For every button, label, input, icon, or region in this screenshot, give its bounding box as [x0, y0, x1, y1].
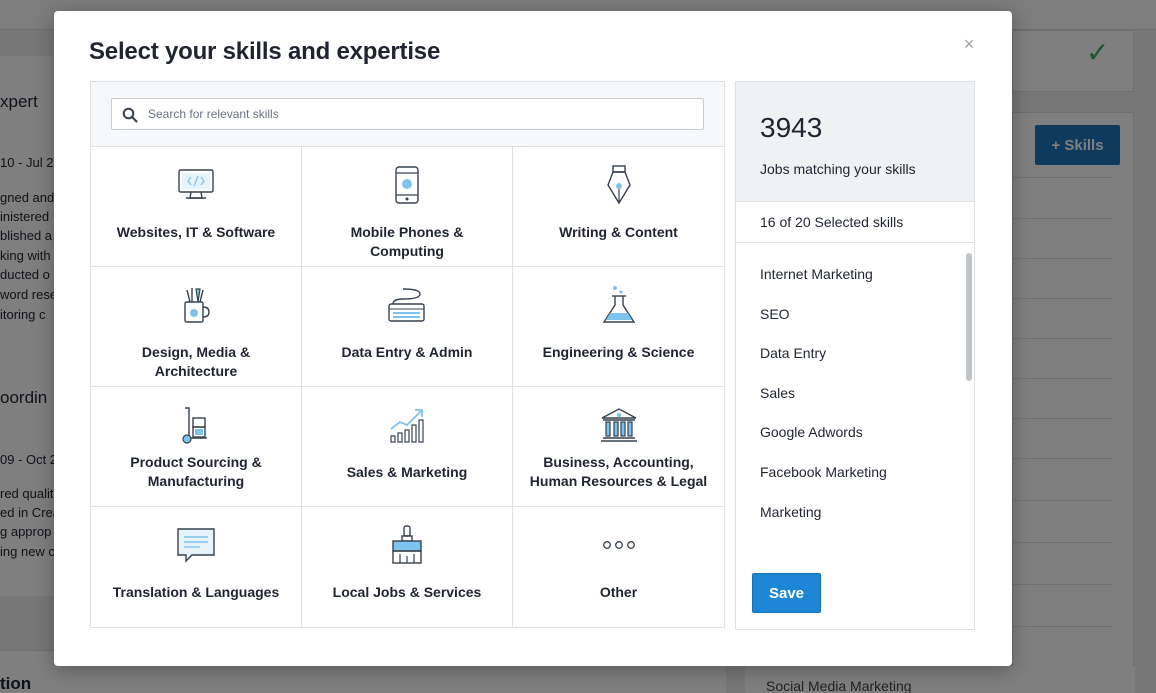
monitor-code-icon [178, 169, 214, 199]
skills-modal: Select your skills and expertise × Searc… [54, 11, 1012, 666]
speech-bubble-icon [177, 528, 215, 563]
flask-icon [602, 286, 635, 323]
selected-skill-item[interactable]: Data Entry [760, 345, 826, 361]
modal-title: Select your skills and expertise [89, 38, 441, 65]
search-box [111, 98, 704, 130]
category-label: Translation & Languages [112, 584, 280, 600]
mobile-phone-icon [395, 166, 419, 204]
category-label: Local Jobs & Services [332, 584, 482, 600]
category-label: Design, Media & Architecture [141, 344, 251, 379]
ellipsis-icon [602, 541, 635, 549]
jobs-stat-box: 3943 Jobs matching your skills [736, 82, 974, 202]
hand-truck-icon [182, 407, 207, 444]
jobs-label: Jobs matching your skills [760, 161, 916, 177]
selected-skill-item[interactable]: Internet Marketing [760, 266, 873, 282]
category-data-entry-admin[interactable]: Data Entry & Admin [302, 267, 513, 387]
category-label: Data Entry & Admin [341, 344, 473, 360]
search-icon [122, 107, 138, 123]
paint-brush-icon [392, 525, 422, 564]
jobs-count: 3943 [760, 112, 823, 143]
close-icon[interactable]: × [960, 35, 978, 53]
growth-chart-icon [390, 409, 424, 443]
category-product-sourcing-manufacturing[interactable]: Product Sourcing & Manufacturing [91, 387, 302, 507]
category-label: Sales & Marketing [346, 464, 468, 480]
category-label: Other [599, 584, 638, 600]
bank-building-icon [600, 408, 637, 442]
selected-skill-item[interactable]: Facebook Marketing [760, 464, 887, 480]
category-panel: Websites, IT & Software Mobile Phones & … [90, 81, 725, 628]
category-engineering-science[interactable]: Engineering & Science [513, 267, 724, 387]
category-sales-marketing[interactable]: Sales & Marketing [302, 387, 513, 507]
category-mobile-phones-computing[interactable]: Mobile Phones & Computing [302, 147, 513, 267]
category-grid: Websites, IT & Software Mobile Phones & … [91, 147, 724, 627]
selected-skills-panel: 3943 Jobs matching your skills 16 of 20 … [735, 81, 975, 630]
skills-scrollbar[interactable] [966, 253, 972, 381]
save-button[interactable]: Save [752, 573, 821, 613]
selected-skill-item[interactable]: Google Adwords [760, 424, 863, 440]
selected-skill-item[interactable]: SEO [760, 306, 790, 322]
pencil-cup-icon [184, 288, 210, 323]
category-design-media-architecture[interactable]: Design, Media & Architecture [91, 267, 302, 387]
selected-skill-item[interactable]: Marketing [760, 504, 821, 520]
category-label: Business, Accounting, Human Resources & … [529, 454, 708, 489]
category-label: Mobile Phones & Computing [350, 224, 464, 259]
selected-skill-item[interactable]: Sales [760, 385, 795, 401]
category-local-jobs-services[interactable]: Local Jobs & Services [302, 507, 513, 627]
category-other[interactable]: Other [513, 507, 724, 627]
category-label: Product Sourcing & Manufacturing [130, 454, 262, 489]
category-writing-content[interactable]: Writing & Content [513, 147, 724, 267]
category-label: Websites, IT & Software [116, 224, 276, 240]
search-bar [91, 82, 724, 147]
category-websites-it-software[interactable]: Websites, IT & Software [91, 147, 302, 267]
selected-skills-list: Internet Marketing SEO Data Entry Sales … [736, 244, 974, 534]
selected-count: 16 of 20 Selected skills [736, 202, 974, 243]
search-input[interactable] [148, 99, 693, 129]
pen-nib-icon [606, 165, 631, 205]
category-translation-languages[interactable]: Translation & Languages [91, 507, 302, 627]
category-label: Engineering & Science [542, 344, 695, 360]
category-label: Writing & Content [559, 224, 678, 240]
category-business-accounting-hr-legal[interactable]: Business, Accounting, Human Resources & … [513, 387, 724, 507]
keyboard-icon [388, 288, 425, 322]
